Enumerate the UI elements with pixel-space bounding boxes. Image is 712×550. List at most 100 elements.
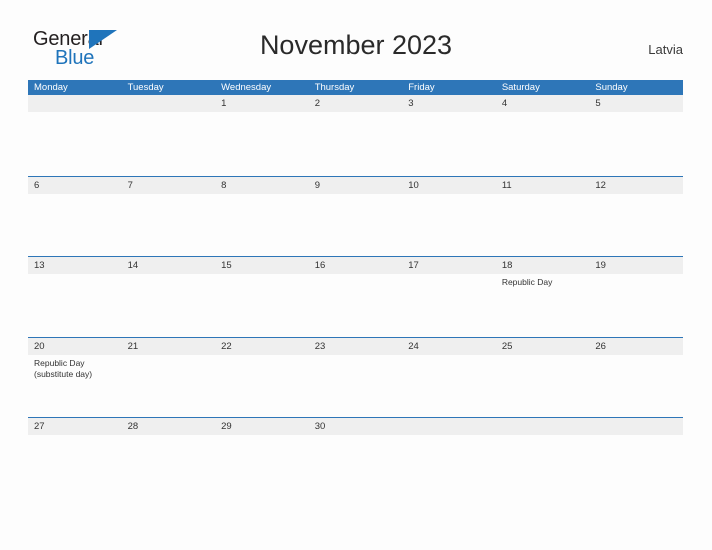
day-number[interactable]: 23 (309, 338, 403, 355)
day-cell-with-event[interactable]: Republic Day (substitute day) (28, 355, 122, 417)
day-cell (589, 355, 683, 417)
day-number[interactable]: 12 (589, 177, 683, 194)
day-number[interactable]: 17 (402, 257, 496, 274)
event-label: Republic Day (34, 357, 85, 368)
day-cell (589, 194, 683, 256)
weekday-header-wednesday: Wednesday (221, 82, 272, 93)
day-number-empty (496, 418, 590, 435)
day-cell (589, 435, 683, 497)
day-number[interactable]: 6 (28, 177, 122, 194)
calendar-week-row: 20 21 22 23 24 25 26 Republic Day (substitute da… (28, 336, 683, 418)
day-cell (309, 435, 403, 497)
day-number[interactable]: 27 (28, 418, 122, 435)
day-number-band: 6 7 8 9 10 11 12 (28, 176, 683, 194)
day-number-empty (402, 418, 496, 435)
day-number[interactable]: 9 (309, 177, 403, 194)
day-cell (589, 112, 683, 174)
day-number[interactable]: 19 (589, 257, 683, 274)
day-cell (215, 194, 309, 256)
day-cell (402, 274, 496, 336)
day-number[interactable]: 1 (215, 95, 309, 112)
day-number[interactable]: 30 (309, 418, 403, 435)
day-number[interactable]: 7 (122, 177, 216, 194)
day-number[interactable]: 18 (496, 257, 590, 274)
event-label: Republic Day (501, 277, 553, 287)
calendar-week-row: 27 28 29 30 (28, 417, 683, 498)
day-cell (496, 194, 590, 256)
day-number[interactable]: 24 (402, 338, 496, 355)
day-number[interactable]: 2 (309, 95, 403, 112)
day-number[interactable]: 25 (496, 338, 590, 355)
event-label: (substitute day) (34, 369, 93, 379)
day-cell (309, 355, 403, 417)
day-number[interactable]: 22 (215, 338, 309, 355)
weekday-header-sunday: Sunday (595, 82, 628, 93)
day-number[interactable]: 13 (28, 257, 122, 274)
day-cell (28, 274, 122, 336)
day-cell (122, 355, 216, 417)
day-number-band: 27 28 29 30 (28, 418, 683, 435)
day-events-band (28, 112, 683, 174)
day-cell (402, 112, 496, 174)
day-cell (496, 112, 590, 174)
day-number[interactable]: 14 (122, 257, 216, 274)
day-number-band: 12345 (28, 95, 683, 112)
day-cell (496, 435, 590, 497)
day-number[interactable]: 28 (122, 418, 216, 435)
calendar-week-row: 13 14 15 16 17 18 19 Republic Day (28, 256, 683, 337)
day-number-empty (589, 418, 683, 435)
day-number[interactable]: 20 (28, 338, 122, 355)
weekday-header-friday: Friday (408, 82, 435, 93)
day-cell-with-event[interactable]: Republic Day (496, 274, 590, 336)
weekday-header-saturday: Saturday (501, 82, 540, 93)
day-number-empty (28, 95, 122, 112)
day-cell (122, 274, 216, 336)
calendar-page: General Blue November 2023 Latvia Monday… (0, 0, 712, 550)
day-number[interactable]: 3 (402, 95, 496, 112)
day-cell (215, 112, 309, 174)
weekday-header-tuesday: Tuesday (127, 82, 164, 93)
day-cell (28, 435, 122, 497)
day-cell (28, 194, 122, 256)
day-cell (496, 355, 590, 417)
day-events-band (28, 194, 683, 256)
day-cell (402, 355, 496, 417)
day-cell (589, 274, 683, 336)
day-number[interactable]: 26 (589, 338, 683, 355)
weekday-header-row: Monday Tuesday Wednesday Thursday Friday Satu… (28, 80, 683, 95)
day-number[interactable]: 10 (402, 177, 496, 194)
day-number[interactable]: 21 (122, 338, 216, 355)
day-number-band: 13 14 15 16 17 18 19 (28, 257, 683, 274)
page-title: November 2023 (259, 30, 453, 60)
day-cell (309, 112, 403, 174)
day-number[interactable]: 8 (215, 177, 309, 194)
day-cell (309, 274, 403, 336)
weekday-header-thursday: Thursday (314, 82, 355, 93)
day-cell (122, 112, 216, 174)
calendar-weeks: 1 2 3 4 5 6 7 8 9 10 11 12 13 14 15 16 17 18 19 Republic Da… (28, 95, 683, 498)
day-number[interactable]: 5 (589, 95, 683, 112)
day-events-band: Republic Day (28, 274, 683, 336)
calendar-week-row: 6 7 8 9 10 11 12 (28, 175, 683, 257)
calendar-grid: Monday Tuesday Wednesday Thursday Friday Satu… (28, 80, 683, 498)
day-cell (402, 435, 496, 497)
region-label: Latvia (648, 42, 683, 57)
day-events-band (28, 435, 683, 497)
day-cell (28, 112, 122, 174)
calendar-week-row: 12345 (28, 95, 683, 176)
page-header: General Blue November 2023 Latvia (0, 0, 712, 76)
day-number-empty (122, 95, 216, 112)
day-number[interactable]: 29 (215, 418, 309, 435)
day-number[interactable]: 11 (496, 177, 590, 194)
day-number-band: 20 21 22 23 24 25 26 (28, 337, 683, 355)
day-number[interactable]: 15 (215, 257, 309, 274)
day-cell (122, 435, 216, 497)
day-cell (122, 194, 216, 256)
day-cell (402, 194, 496, 256)
day-events-band: Republic Day (substitute day) (28, 355, 683, 417)
day-number[interactable]: 4 (496, 95, 590, 112)
day-cell (215, 274, 309, 336)
day-cell (215, 435, 309, 497)
day-number[interactable]: 16 (309, 257, 403, 274)
day-cell (215, 355, 309, 417)
